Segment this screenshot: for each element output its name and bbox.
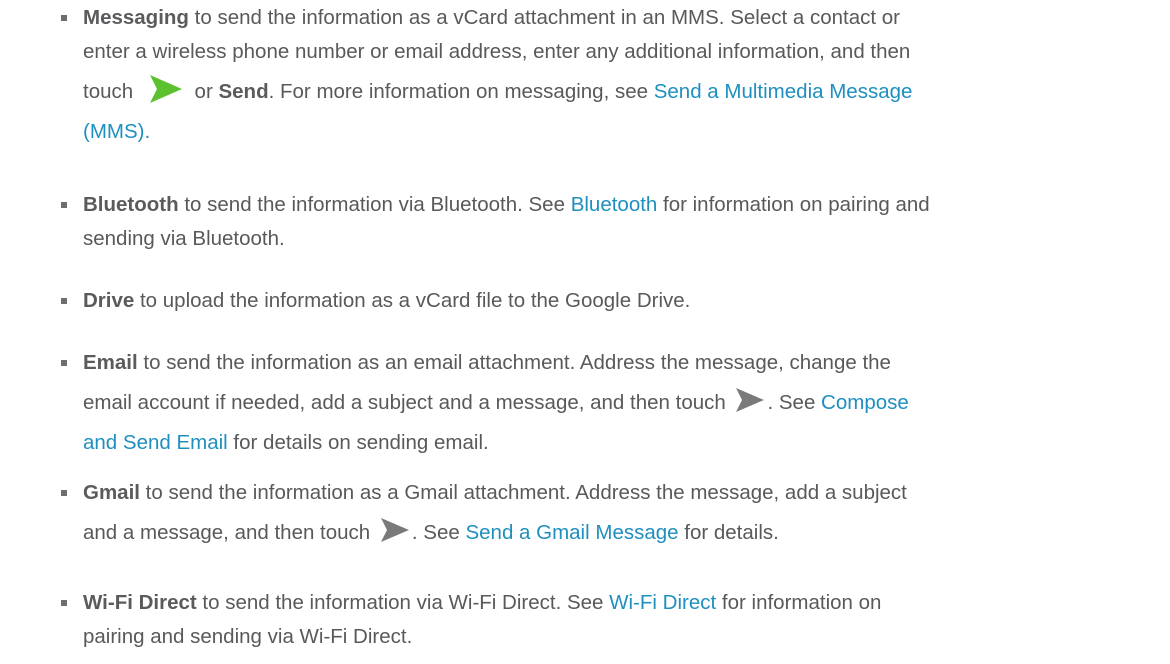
item-text: pairing and sending via Wi-Fi Direct. bbox=[83, 625, 413, 648]
item-text: . For more information on messaging, see bbox=[268, 80, 654, 103]
link-send-gmail-message[interactable]: Send a Gmail Message bbox=[465, 521, 678, 544]
send-label: Send bbox=[218, 80, 269, 103]
item-text: . See bbox=[411, 521, 466, 544]
green-send-arrow-icon bbox=[149, 74, 183, 104]
item-text: for details on sending email. bbox=[227, 431, 489, 454]
link-mms[interactable]: (MMS) bbox=[83, 120, 144, 143]
item-text: or bbox=[188, 80, 219, 103]
item-text: . bbox=[144, 120, 151, 143]
term-messaging: Messaging bbox=[83, 6, 189, 29]
bullet-icon bbox=[61, 360, 67, 366]
bullet-icon bbox=[61, 202, 67, 208]
term-bluetooth: Bluetooth bbox=[83, 193, 179, 216]
item-text: to send the information as an email atta… bbox=[137, 351, 891, 374]
link-and-send-email[interactable]: and Send Email bbox=[83, 431, 228, 454]
item-text: email account if needed, add a subject a… bbox=[83, 391, 732, 414]
bullet-icon bbox=[61, 298, 67, 304]
item-text: for details. bbox=[678, 521, 779, 544]
link-bluetooth[interactable]: Bluetooth bbox=[571, 193, 658, 216]
item-text: for information on pairing and bbox=[657, 193, 930, 216]
link-send-multimedia-message[interactable]: Send a Multimedia Message bbox=[654, 80, 913, 103]
link-compose[interactable]: Compose bbox=[821, 391, 909, 414]
item-text: to upload the information as a vCard fil… bbox=[134, 289, 691, 312]
item-text: to send the information via Bluetooth. S… bbox=[178, 193, 571, 216]
term-email: Email bbox=[83, 351, 138, 374]
item-text: to send the information via Wi-Fi Direct… bbox=[196, 591, 610, 614]
term-gmail: Gmail bbox=[83, 481, 140, 504]
link-wifi-direct[interactable]: Wi-Fi Direct bbox=[609, 591, 716, 614]
item-text: for information on bbox=[716, 591, 882, 614]
item-text: . See bbox=[767, 391, 822, 414]
gray-send-arrow-icon bbox=[380, 517, 410, 543]
term-wifi-direct: Wi-Fi Direct bbox=[83, 591, 197, 614]
item-text: enter a wireless phone number or email a… bbox=[83, 40, 911, 63]
item-text: to send the information as a Gmail attac… bbox=[139, 481, 907, 504]
bullet-icon bbox=[61, 600, 67, 606]
item-text: sending via Bluetooth. bbox=[83, 227, 285, 250]
bullet-icon bbox=[61, 15, 67, 21]
item-text: touch bbox=[83, 80, 139, 103]
item-text: and a message, and then touch bbox=[83, 521, 376, 544]
gray-send-arrow-icon bbox=[735, 387, 765, 413]
item-text: to send the information as a vCard attac… bbox=[188, 6, 900, 29]
term-drive: Drive bbox=[83, 289, 135, 312]
bullet-icon bbox=[61, 490, 67, 496]
